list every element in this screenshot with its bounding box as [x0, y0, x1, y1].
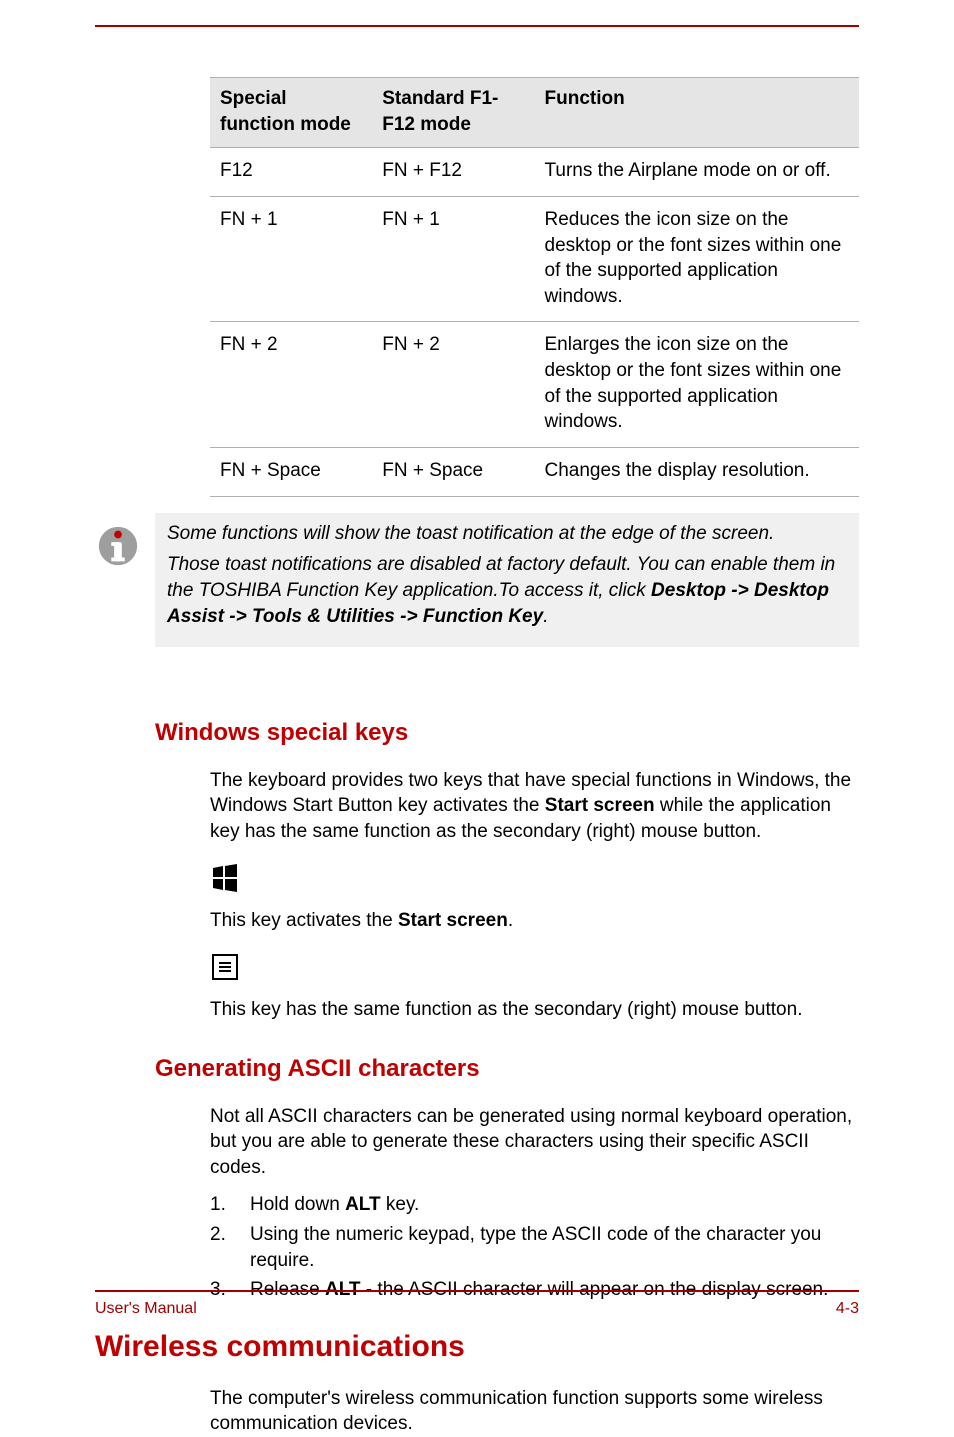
table-header-standard: Standard F1-F12 mode: [372, 78, 534, 148]
text-bold: ALT: [345, 1194, 381, 1215]
table-row: FN + 2 FN + 2 Enlarges the icon size on …: [210, 322, 859, 448]
footer-manual-label: User's Manual: [95, 1298, 197, 1320]
table-cell: FN + 1: [372, 196, 534, 322]
table-header-special: Special function mode: [210, 78, 372, 148]
note-block: Some functions will show the toast notif…: [95, 513, 859, 688]
info-icon: [95, 523, 141, 569]
start-key-description: This key activates the Start screen.: [210, 908, 859, 934]
table-cell: Turns the Airplane mode on or off.: [535, 148, 860, 197]
text-bold: Start screen: [545, 795, 655, 816]
note-line-1: Some functions will show the toast notif…: [167, 521, 847, 547]
heading-generating-ascii: Generating ASCII characters: [155, 1053, 859, 1085]
table-cell: FN + 2: [372, 322, 534, 448]
application-key-icon: [210, 952, 240, 982]
windows-intro: The keyboard provides two keys that have…: [210, 768, 859, 845]
note-line-2: Those toast notifications are disabled a…: [167, 552, 847, 629]
text-bold: Start screen: [398, 910, 508, 931]
list-item: Using the numeric keypad, type the ASCII…: [210, 1222, 859, 1273]
list-item: Hold down ALT key.: [210, 1192, 859, 1218]
table-cell: F12: [210, 148, 372, 197]
table-cell: Reduces the icon size on the desktop or …: [535, 196, 860, 322]
text-part: This key activates the: [210, 910, 398, 931]
table-cell: FN + Space: [372, 448, 534, 497]
ascii-intro: Not all ASCII characters can be generate…: [210, 1104, 859, 1181]
page-footer: User's Manual 4-3: [95, 1290, 859, 1320]
table-cell: Enlarges the icon size on the desktop or…: [535, 322, 860, 448]
wireless-intro: The computer's wireless communication fu…: [210, 1386, 859, 1437]
table-row: FN + 1 FN + 1 Reduces the icon size on t…: [210, 196, 859, 322]
top-rule: [95, 25, 859, 27]
table-header-function: Function: [535, 78, 860, 148]
table-row: F12 FN + F12 Turns the Airplane mode on …: [210, 148, 859, 197]
text-part: Hold down: [250, 1194, 345, 1215]
table-cell: FN + F12: [372, 148, 534, 197]
note-text-tail: .: [543, 606, 548, 627]
heading-wireless-communications: Wireless communications: [95, 1327, 859, 1368]
text-part: .: [508, 910, 513, 931]
table-row: FN + Space FN + Space Changes the displa…: [210, 448, 859, 497]
ascii-steps: Hold down ALT key. Using the numeric key…: [210, 1192, 859, 1303]
table-cell: FN + Space: [210, 448, 372, 497]
table-cell: FN + 1: [210, 196, 372, 322]
footer-page-number: 4-3: [836, 1298, 859, 1320]
text-part: key.: [381, 1194, 420, 1215]
table-cell: FN + 2: [210, 322, 372, 448]
windows-key-icon: [210, 863, 240, 893]
function-key-table: Special function mode Standard F1-F12 mo…: [210, 77, 859, 497]
heading-windows-special-keys: Windows special keys: [155, 717, 859, 749]
table-cell: Changes the display resolution.: [535, 448, 860, 497]
app-key-description: This key has the same function as the se…: [210, 997, 859, 1023]
